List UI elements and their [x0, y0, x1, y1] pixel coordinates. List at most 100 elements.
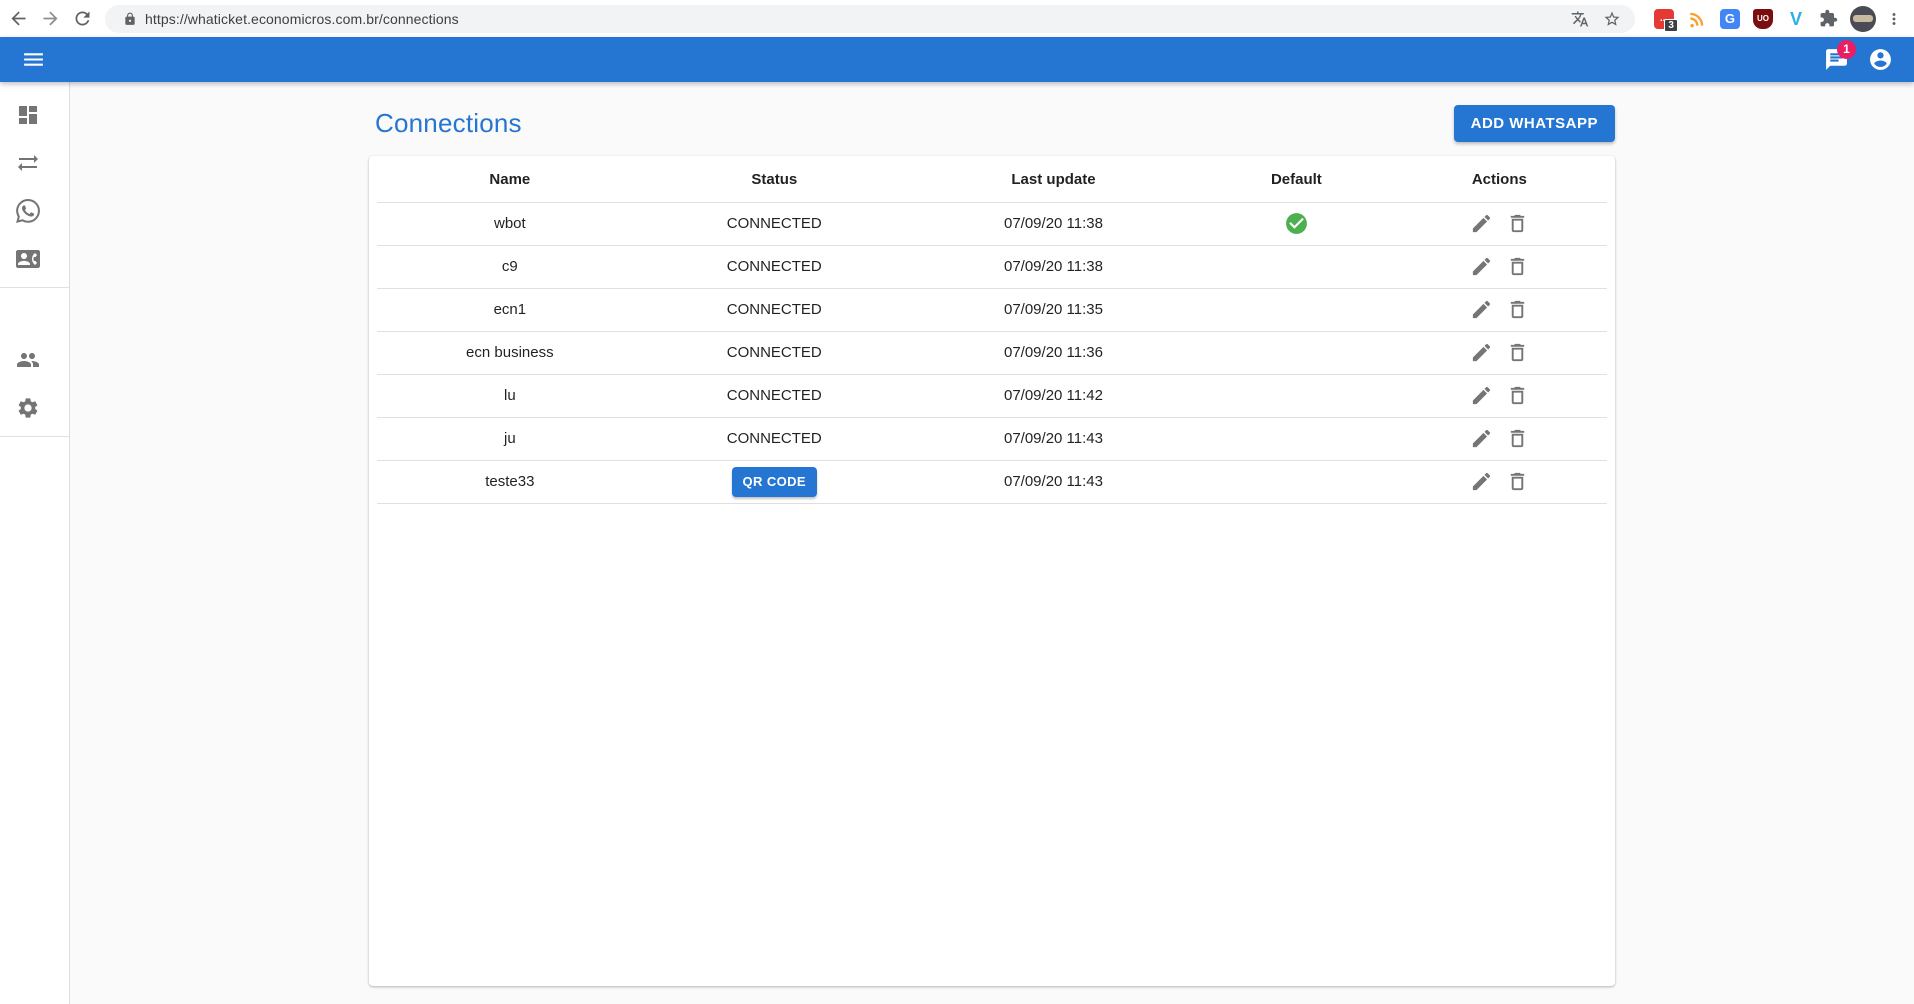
cell-status: CONNECTED	[643, 288, 906, 331]
extensions-puzzle-icon[interactable]	[1815, 5, 1843, 33]
cell-status: CONNECTED	[643, 245, 906, 288]
delete-button[interactable]	[1501, 423, 1533, 455]
add-whatsapp-button[interactable]: ADD WHATSAPP	[1454, 105, 1615, 142]
bookmark-star-icon[interactable]	[1599, 6, 1625, 32]
edit-button[interactable]	[1465, 380, 1497, 412]
table-row: lu CONNECTED 07/09/20 11:42	[377, 374, 1607, 417]
edit-button[interactable]	[1465, 337, 1497, 369]
account-circle-icon[interactable]	[1858, 38, 1902, 82]
reload-icon[interactable]	[69, 2, 97, 36]
notifications-area: 1	[1814, 38, 1858, 82]
pencil-icon	[1470, 298, 1493, 321]
cell-default	[1201, 374, 1392, 417]
cell-name: wbot	[377, 202, 643, 245]
trash-icon	[1506, 341, 1529, 364]
connection-name: c9	[502, 258, 518, 275]
cell-status: CONNECTED	[643, 374, 906, 417]
table-header-row: Name Status Last update Default Actions	[377, 158, 1607, 202]
trash-icon	[1506, 384, 1529, 407]
delete-button[interactable]	[1501, 251, 1533, 283]
rss-extension-icon[interactable]	[1683, 5, 1711, 33]
video-downloader-extension-icon[interactable]: V	[1782, 5, 1810, 33]
hamburger-menu-icon[interactable]	[11, 38, 55, 82]
ublock-extension-icon[interactable]: UO	[1749, 5, 1777, 33]
app-bar: 1	[0, 37, 1914, 82]
header-actions: Actions	[1392, 158, 1607, 202]
header-last-update: Last update	[906, 158, 1201, 202]
delete-button[interactable]	[1501, 380, 1533, 412]
sidebar-item-contacts[interactable]	[0, 235, 70, 283]
forward-icon[interactable]	[36, 2, 64, 36]
edit-button[interactable]	[1465, 251, 1497, 283]
page-title: Connections	[375, 108, 522, 139]
edit-button[interactable]	[1465, 294, 1497, 326]
connection-status: CONNECTED	[727, 430, 822, 447]
translate-page-icon[interactable]	[1567, 6, 1593, 32]
cell-status: CONNECTED	[643, 202, 906, 245]
connection-name: teste33	[485, 473, 534, 490]
edit-button[interactable]	[1465, 466, 1497, 498]
edit-button[interactable]	[1465, 208, 1497, 240]
connection-name: ecn1	[494, 301, 527, 318]
table-row: ju CONNECTED 07/09/20 11:43	[377, 417, 1607, 460]
delete-button[interactable]	[1501, 466, 1533, 498]
delete-button[interactable]	[1501, 294, 1533, 326]
main-content: Connections ADD WHATSAPP Name Status Las…	[70, 82, 1914, 1004]
connection-status: CONNECTED	[727, 387, 822, 404]
connection-last-update: 07/09/20 11:35	[1004, 301, 1103, 318]
qr-code-button[interactable]: QR CODE	[732, 467, 817, 497]
sidebar-item-connections[interactable]	[0, 139, 70, 187]
delete-button[interactable]	[1501, 337, 1533, 369]
screen: https://whaticket.economicros.com.br/con…	[0, 0, 1914, 1004]
cell-actions	[1392, 245, 1607, 288]
red-extension-icon[interactable]: ... 3	[1650, 5, 1678, 33]
connection-last-update: 07/09/20 11:38	[1004, 215, 1103, 232]
connection-name: wbot	[494, 215, 526, 232]
delete-button[interactable]	[1501, 208, 1533, 240]
cell-status: CONNECTED	[643, 417, 906, 460]
table-row: c9 CONNECTED 07/09/20 11:38	[377, 245, 1607, 288]
sidebar-item-users[interactable]	[0, 336, 70, 384]
connection-last-update: 07/09/20 11:36	[1004, 344, 1103, 361]
header-name: Name	[377, 158, 643, 202]
cell-default	[1201, 417, 1392, 460]
connection-status: CONNECTED	[727, 258, 822, 275]
connection-status: CONNECTED	[727, 301, 822, 318]
connections-swap-icon	[16, 151, 40, 175]
sidebar-item-dashboard[interactable]	[0, 91, 70, 139]
back-icon[interactable]	[4, 2, 32, 36]
gear-icon	[16, 396, 40, 420]
cell-last-update: 07/09/20 11:36	[906, 331, 1201, 374]
sidebar-item-settings[interactable]	[0, 384, 70, 432]
table-row: teste33 QR CODE 07/09/20 11:43	[377, 460, 1607, 503]
cell-last-update: 07/09/20 11:38	[906, 245, 1201, 288]
cell-last-update: 07/09/20 11:38	[906, 202, 1201, 245]
cell-actions	[1392, 331, 1607, 374]
cell-last-update: 07/09/20 11:43	[906, 460, 1201, 503]
trash-icon	[1506, 427, 1529, 450]
cell-default	[1201, 460, 1392, 503]
browser-profile-avatar[interactable]	[1850, 6, 1876, 32]
address-bar[interactable]: https://whaticket.economicros.com.br/con…	[105, 5, 1635, 33]
connection-name: lu	[504, 387, 516, 404]
pencil-icon	[1470, 384, 1493, 407]
cell-name: ecn1	[377, 288, 643, 331]
cell-last-update: 07/09/20 11:35	[906, 288, 1201, 331]
cell-actions	[1392, 288, 1607, 331]
cell-name: ecn business	[377, 331, 643, 374]
edit-button[interactable]	[1465, 423, 1497, 455]
chrome-menu-icon[interactable]	[1880, 5, 1908, 33]
connection-status: CONNECTED	[727, 215, 822, 232]
sidebar-item-tickets[interactable]	[0, 187, 70, 235]
contact-phone-icon	[16, 247, 40, 271]
cell-actions	[1392, 202, 1607, 245]
default-check-icon	[1284, 214, 1309, 231]
connection-status: CONNECTED	[727, 344, 822, 361]
extension-badge: 3	[1664, 19, 1678, 32]
google-translate-extension-icon[interactable]: G	[1716, 5, 1744, 33]
cell-default	[1201, 288, 1392, 331]
cell-default	[1201, 202, 1392, 245]
header-status: Status	[643, 158, 906, 202]
table-row: ecn1 CONNECTED 07/09/20 11:35	[377, 288, 1607, 331]
cell-default	[1201, 331, 1392, 374]
